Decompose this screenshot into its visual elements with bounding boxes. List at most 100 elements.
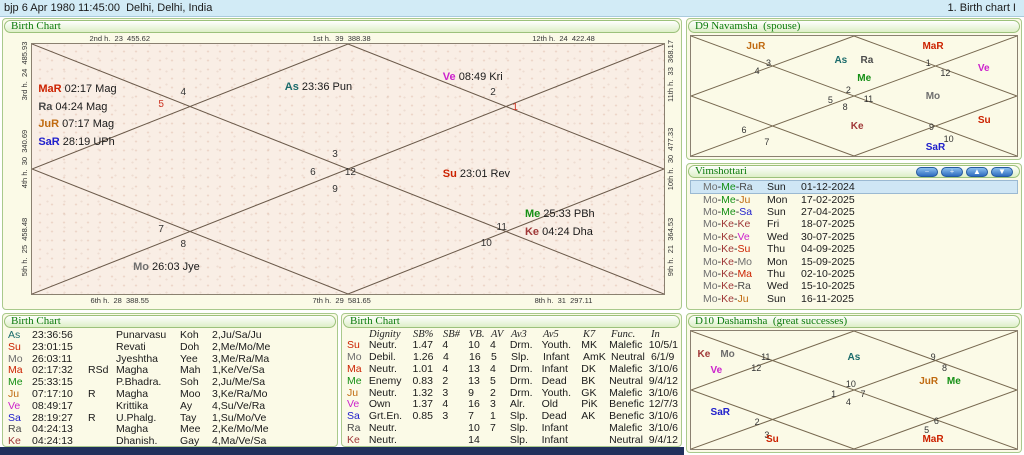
house-cusp-labels-bottom: 6th h. 28 388.557th h. 29 581.658th h. 3… (31, 296, 665, 305)
title-bar: bjp 6 Apr 1980 11:45:00 Delhi, Delhi, In… (0, 0, 1024, 17)
planet-label-sar: SaR (711, 408, 730, 418)
planet-position-list: As23:36:56PunarvasuKoh2,Ju/Sa/JuSu23:01:… (8, 330, 334, 444)
planet-label-me: Me (857, 74, 871, 84)
dasha-day: Sun (767, 181, 801, 193)
sign-number: 8 (942, 363, 947, 373)
sign-number: 4 (755, 66, 760, 76)
dasha-row[interactable]: Mo-Ke-SuThu04-09-2025 (691, 243, 1017, 255)
planet-position-row: Ju07:17:10RMaghaMoo3,Ke/Ra/Mo (8, 389, 334, 401)
dasha-day: Thu (767, 243, 801, 255)
sign-number: 12 (751, 363, 761, 373)
sign-number: 4 (846, 397, 851, 407)
sign-number: 10 (481, 238, 492, 249)
sign-number: 9 (929, 122, 934, 132)
panel-title: D9 Navamsha (spouse) (695, 21, 800, 32)
panel-title: Birth Chart (350, 316, 400, 327)
house-cusp-labels-left: 3rd h. 24 485.934th h. 30 340.695th h. 2… (20, 43, 30, 295)
planet-label-su: Su 23:01 Rev (443, 169, 510, 180)
dasha-lords: Mo-Ke-Ve (703, 231, 767, 243)
house-cusp-label: 8th h. 31 297.11 (535, 296, 593, 305)
table-row: MoDebil.1.264165Slp.InfantAmKNeutral6/1/… (347, 352, 678, 364)
panel-title: D10 Dashamsha (great successes) (695, 316, 847, 327)
sign-number: 7 (861, 389, 866, 399)
dasha-date: 16-11-2025 (801, 293, 854, 305)
house-cusp-label: 11th h. 33 368.17 (666, 40, 675, 102)
dasha-lords: Mo-Ke-Ma (703, 268, 767, 280)
dasha-day: Thu (767, 268, 801, 280)
dasha-row[interactable]: Mo-Ke-RaWed15-10-2025 (691, 280, 1017, 292)
panel-header: Birth Chart (4, 20, 680, 33)
planet-positions-panel: Birth Chart As23:36:56PunarvasuKoh2,Ju/S… (2, 313, 338, 447)
dasha-day: Sun (767, 206, 801, 218)
dasha-list: Mo-Me-RaSun01-12-2024Mo-Me-JuMon17-02-20… (691, 181, 1017, 307)
dasha-date: 18-07-2025 (801, 218, 855, 230)
dasha-expand-button[interactable]: + (941, 167, 963, 177)
dasha-day: Wed (767, 231, 801, 243)
sign-number: 7 (764, 137, 769, 147)
panel-header: D9 Navamsha (spouse) (688, 20, 1020, 33)
planet-label-sar: SaR 28:19 UPh (38, 137, 114, 148)
planet-position-row: Su23:01:15RevatiDoh2,Me/Mo/Me (8, 342, 334, 354)
dasha-scroll-up-button[interactable]: ▲ (966, 167, 988, 177)
rasi-north-indian-chart[interactable]: MaR 02:17 Mag Ra 04:24 Mag JuR 07:17 Mag Sa… (31, 43, 665, 295)
table-row: MaNeutr.1.014134Drm.InfantDKMalefic3/10/… (347, 364, 678, 376)
planet-label-ke: Ke (698, 350, 711, 360)
view-title: 1. Birth chart I (948, 2, 1016, 14)
d9-north-indian-chart[interactable]: JuR34AsRaMeMaR112Ve25118Mo67Ke910SuSaR (690, 35, 1018, 157)
sign-number: 3 (332, 149, 338, 160)
sign-number: 11 (497, 222, 507, 233)
panel-title: Vimshottari (695, 166, 747, 177)
planet-label-mar: MaR 02:17 Mag (38, 84, 116, 95)
dasha-contract-button[interactable]: − (916, 167, 938, 177)
planet-label-as: As (847, 353, 860, 363)
planet-label-ra: Ra 04:24 Mag (38, 102, 107, 113)
planet-label-ra: Ra (861, 56, 874, 66)
planet-label-su: Su (766, 435, 779, 445)
dasha-row[interactable]: Mo-Ke-JuSun16-11-2025 (691, 293, 1017, 305)
house-cusp-labels-right: 11th h. 33 368.17 10th h. 30 477.33 9th h.… (666, 43, 676, 295)
dasha-row[interactable]: Mo-Ke-KeFri18-07-2025 (691, 218, 1017, 230)
birth-data-text: bjp 6 Apr 1980 11:45:00 Delhi, Delhi, In… (4, 2, 212, 14)
sign-number: 11 (761, 352, 770, 362)
dasha-scroll-down-button[interactable]: ▼ (991, 167, 1013, 177)
d10-north-indian-chart[interactable]: KeMo1112VeAs9810174JuRMeSaR23Su56MaR (690, 330, 1018, 450)
chart-grid-lines (691, 331, 1017, 449)
planet-position-row: Ve08:49:17KrittikaAy4,Su/Ve/Ra (8, 401, 334, 413)
window-edge (0, 447, 684, 455)
dasha-row[interactable]: Mo-Ke-MaThu02-10-2025 (691, 268, 1017, 280)
planet-label-jur: JuR 07:17 Mag (38, 119, 114, 130)
table-row: MeEnemy0.832135Drm.DeadBKNeutral9/4/12 (347, 376, 678, 388)
dasha-row[interactable]: Mo-Me-JuMon17-02-2025 (691, 193, 1017, 205)
dasha-row[interactable]: Mo-Me-RaSun01-12-2024 (691, 181, 1017, 193)
dasha-date: 01-12-2024 (801, 181, 855, 193)
house-cusp-label: 4th h. 30 340.69 (20, 130, 29, 188)
sign-number: 3 (766, 58, 771, 68)
planet-strength-panel: Birth Chart DignitySB%SB#VB.AVAv3Av5K7Fu… (341, 313, 682, 447)
panel-title: Birth Chart (11, 316, 61, 327)
sign-number: 11 (864, 94, 873, 104)
dasha-row[interactable]: Mo-Ke-MoMon15-09-2025 (691, 255, 1017, 267)
panel-header: D10 Dashamsha (great successes) (688, 315, 1020, 328)
planet-label-ve: Ve (978, 64, 990, 74)
dasha-day: Sun (767, 293, 801, 305)
house-cusp-label: 9th h. 21 364.53 (666, 218, 675, 276)
panel-header: Vimshottari −+▲▼ (688, 165, 1020, 178)
sign-number: 2 (490, 87, 496, 98)
planet-label-mo: Mo (926, 92, 940, 102)
dasha-date: 15-10-2025 (801, 280, 855, 292)
dasha-row[interactable]: Mo-Me-SaSun27-04-2025 (691, 206, 1017, 218)
dasha-date: 17-02-2025 (801, 194, 855, 206)
house-cusp-label: 10th h. 30 477.33 (666, 128, 675, 191)
house-cusp-label: 12th h. 24 422.48 (532, 34, 595, 43)
planet-label-jur: JuR (919, 377, 938, 387)
table-row: KeNeutr.14Slp.InfantNeutral9/4/12 (347, 435, 678, 447)
house-cusp-label: 7th h. 29 581.65 (312, 296, 370, 305)
dasha-date: 30-07-2025 (801, 231, 855, 243)
house-cusp-label: 1st h. 39 388.38 (313, 34, 371, 43)
dasha-toolbar: −+▲▼ (916, 167, 1013, 177)
sign-number: 6 (934, 416, 939, 426)
dasha-date: 04-09-2025 (801, 243, 855, 255)
vimshottari-panel: Vimshottari −+▲▼ Mo-Me-RaSun01-12-2024Mo… (686, 163, 1022, 310)
dasha-lords: Mo-Me-Ju (703, 194, 767, 206)
dasha-row[interactable]: Mo-Ke-VeWed30-07-2025 (691, 231, 1017, 243)
